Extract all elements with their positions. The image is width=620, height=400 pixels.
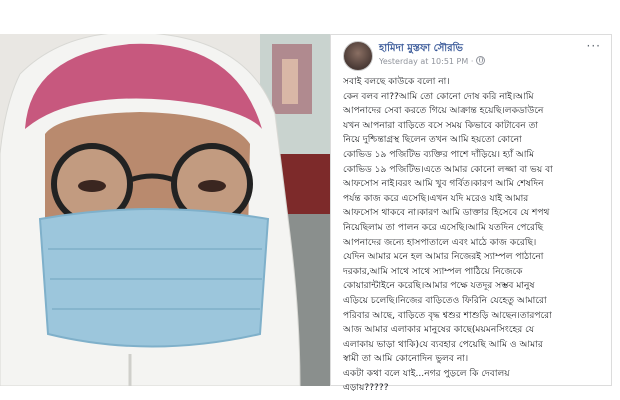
post-line: আজ আমার এলাকার মানুষের কাছে(ময়মনসিংহের …	[343, 325, 535, 336]
post-line: যখন আপনারা বাড়িতে বসে সময় কিভাবে কাটাব…	[343, 120, 539, 131]
selfie-illustration	[0, 34, 330, 386]
post-line: নিয়েছিলাম তা পালন করে এসেছি।আমি যতদিন প…	[343, 222, 544, 233]
more-options-icon[interactable]: ···	[587, 39, 601, 53]
globe-icon	[476, 56, 486, 65]
post-line: আপনাদের সেবা করতে গিয়ে আক্রান্ত হয়েছি।…	[343, 106, 544, 117]
post-line: একটা কথা বলে যাই...নগর পুড়লে কি দেবালয়	[343, 368, 510, 379]
post-line: সবাই বলছে কাউকে বলো না।	[343, 77, 450, 87]
post-line: দরকার,আমি সাথে সাথে স্যাম্পল পাঠিয়ে নিজ…	[343, 266, 523, 277]
post-line: স্বামী তা আমি কোনোদিন ভুলব না।	[343, 354, 469, 365]
post-line: কেন বলব না??আমি তো কোনো দোষ করি নাই।আমি	[343, 91, 534, 102]
post-line: আফসোস নাই।বরং আমি খুব গর্বিত।কারণ আমি শে…	[343, 179, 544, 190]
post-body: সবাই বলছে কাউকে বলো না। কেন বলব না??আমি …	[343, 75, 605, 396]
post-line: পরিবার আছে, বাড়িতে বৃদ্ধ শ্বশুর শাশুড়ি…	[343, 310, 552, 321]
post-line: কোভিড ১৯ পজিটিভ ব্যক্তির পাশে দাঁড়িয়ে।…	[343, 149, 535, 160]
post-line: কোভিড ১৯ পজিটিভ।এতে আমার কোনো লজ্জা বা ভ…	[343, 164, 553, 175]
author-avatar[interactable]	[343, 41, 373, 71]
post-photo[interactable]	[0, 34, 330, 386]
post-line: এলাকায় ভাড়া থাকি)যে ব্যবহার পেয়েছি আম…	[343, 339, 543, 350]
timestamp-text[interactable]: Yesterday at 10:51 PM ·	[379, 57, 473, 66]
facebook-post: হামিদা মুস্তফা সৌরভি Yesterday at 10:51 …	[330, 34, 612, 393]
post-line: আপনাদের জন্যে হাসপাতালে এবং মাঠে কাজ করে…	[343, 237, 537, 248]
post-timestamp[interactable]: Yesterday at 10:51 PM ·	[379, 56, 486, 66]
post-line: এড়িয়ে চলেছি।নিজের বাড়িতেও ফিরিনি যেহে…	[343, 295, 547, 306]
post-line: নিয়ে দুশ্চিন্তাগ্রস্থ ছিলেন তখন আমি হয়…	[343, 135, 522, 146]
post-line: যেদিন আমার মনে হল আমার নিজেরই স্যাম্পল প…	[343, 252, 544, 263]
post-line: এড়ায়?????	[343, 383, 389, 394]
post-line: আফসোস থাকবে না।কারণ আমি ডাক্তার হিসেবে য…	[343, 208, 550, 219]
post-line: পর্যন্ত কাজ করে এসেছি।এখন যদি মরেও যাই আ…	[343, 193, 529, 204]
post-line: কোয়ারান্টাইনে করেছি।আমার পক্ষে যতদূর সম…	[343, 281, 535, 292]
